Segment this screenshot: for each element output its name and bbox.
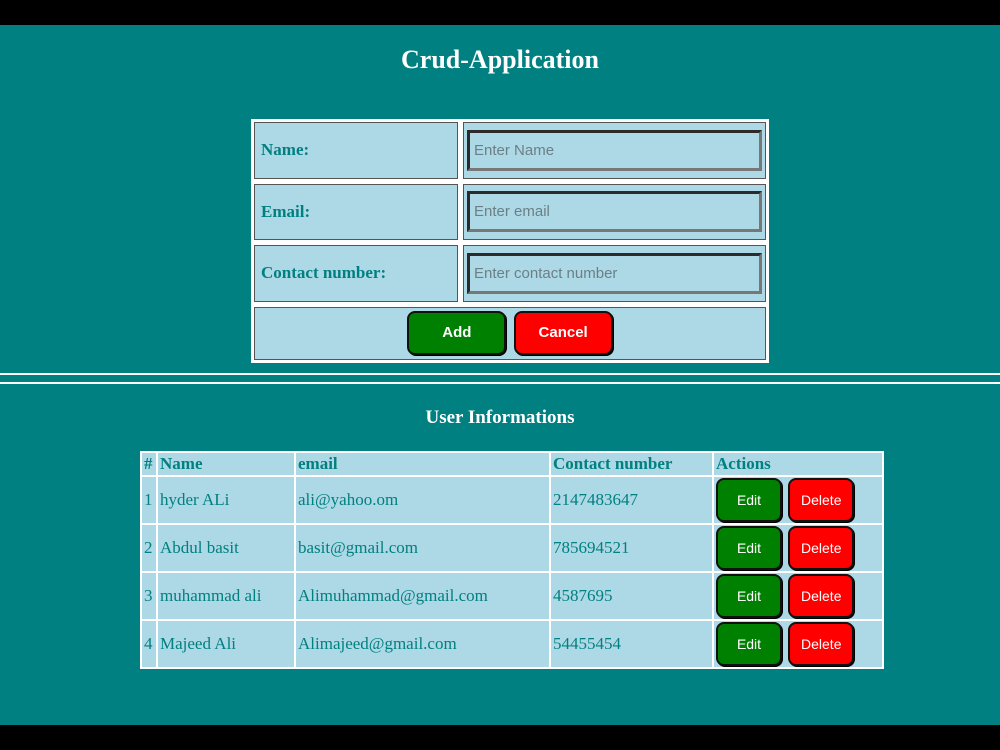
row-name: Majeed Ali [158,621,294,667]
delete-button[interactable]: Delete [788,526,855,570]
edit-button[interactable]: Edit [716,622,782,666]
add-button[interactable]: Add [407,311,507,356]
divider-top [0,373,1000,375]
header-name: Name [158,453,294,475]
divider-bottom [0,382,1000,384]
row-email: Alimuhammad@gmail.com [296,573,549,619]
header-id: # [142,453,156,475]
app-container: Crud-Application Name: Email: Contact nu… [0,25,1000,725]
form-buttons-row: Add Cancel [254,306,766,360]
row-email: basit@gmail.com [296,525,549,571]
name-cell [463,122,766,179]
row-contact: 54455454 [551,621,712,667]
row-name: Abdul basit [158,525,294,571]
row-actions: Edit Delete [714,621,882,667]
row-email: Alimajeed@gmail.com [296,621,549,667]
row-id: 2 [142,525,156,571]
delete-button[interactable]: Delete [788,574,855,618]
row-name: muhammad ali [158,573,294,619]
delete-button[interactable]: Delete [788,622,855,666]
contact-cell [463,245,766,302]
name-label: Name: [254,122,458,179]
edit-button[interactable]: Edit [716,574,782,618]
page-title: Crud-Application [401,45,599,74]
row-contact: 2147483647 [551,477,712,523]
row-actions: Edit Delete [714,573,882,619]
email-cell [463,183,766,241]
name-input[interactable] [467,129,762,171]
row-contact: 785694521 [551,525,712,571]
row-id: 4 [142,621,156,667]
header-email: email [296,453,549,475]
email-label: Email: [254,183,458,241]
header-contact: Contact number [551,453,712,475]
table-row: 2 Abdul basit basit@gmail.com 785694521 … [142,525,882,571]
user-form: Name: Email: Contact number: Add [251,119,769,363]
table-header-row: # Name email Contact number Actions [142,453,882,475]
header-actions: Actions [714,453,882,475]
delete-button[interactable]: Delete [788,478,855,522]
email-input[interactable] [467,191,762,233]
cancel-button[interactable]: Cancel [513,311,613,356]
table-row: 4 Majeed Ali Alimajeed@gmail.com 5445545… [142,621,882,667]
users-table: # Name email Contact number Actions 1 hy… [140,451,884,669]
contact-input[interactable] [467,252,762,294]
form-layout-table: Name: Email: Contact number: Add [249,117,771,365]
table-row: 1 hyder ALi ali@yahoo.om 2147483647 Edit… [142,477,882,523]
row-email: ali@yahoo.om [296,477,549,523]
row-actions: Edit Delete [714,477,882,523]
edit-button[interactable]: Edit [716,478,782,522]
table-row: 3 muhammad ali Alimuhammad@gmail.com 458… [142,573,882,619]
row-id: 1 [142,477,156,523]
row-actions: Edit Delete [714,525,882,571]
section-title: User Informations [425,407,575,428]
contact-label: Contact number: [254,245,458,302]
row-name: hyder ALi [158,477,294,523]
row-id: 3 [142,573,156,619]
row-contact: 4587695 [551,573,712,619]
edit-button[interactable]: Edit [716,526,782,570]
